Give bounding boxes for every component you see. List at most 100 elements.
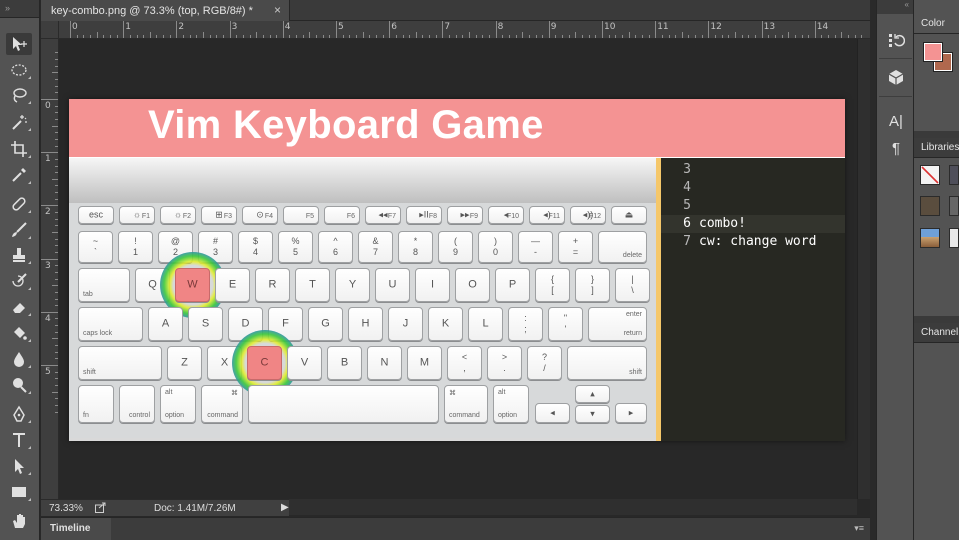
type-tool-icon[interactable] [6, 429, 32, 451]
letter-key-u: U [375, 268, 410, 302]
ruler-number: 4 [45, 313, 51, 324]
key-label: J [402, 317, 409, 330]
color-panel-tab[interactable]: Color [914, 14, 959, 34]
key-label: ⌘ [231, 390, 238, 397]
crop-tool-icon[interactable] [6, 138, 32, 160]
number-key: & 7 [358, 231, 393, 263]
character-icon[interactable]: A| [885, 110, 907, 132]
no-swatch-icon[interactable] [920, 165, 940, 185]
magic-wand-tool-icon[interactable] [6, 111, 32, 133]
ruler-minor-tick [52, 338, 58, 340]
letter-key-z: Z [167, 346, 202, 380]
eyedropper-tool-icon[interactable] [6, 164, 32, 186]
key-label: R [268, 278, 277, 291]
pen-tool-icon[interactable] [6, 403, 32, 425]
collapsed-panel-dock: « A| ¶ [876, 0, 914, 540]
paint-bucket-tool-icon[interactable] [6, 322, 32, 344]
key-label: delete [622, 252, 642, 259]
share-icon[interactable] [95, 502, 107, 516]
foreground-color-swatch[interactable] [923, 42, 943, 62]
key-label: S [201, 317, 210, 330]
rectangle-tool-icon[interactable] [6, 481, 32, 503]
library-item-thumbnail[interactable] [920, 228, 940, 248]
3d-cube-icon[interactable] [885, 66, 907, 88]
key-label: alt [165, 389, 173, 396]
letter-key-w: W [175, 268, 210, 302]
ruler-number: 0 [45, 101, 51, 111]
left-shift-key: shift [78, 346, 162, 380]
dodge-tool-icon[interactable] [6, 374, 32, 396]
path-selection-tool-icon[interactable] [6, 455, 32, 477]
delete-key: delete [598, 231, 647, 263]
function-key: ◂◂ F7 [365, 206, 401, 224]
editor-line: 6 combo! [661, 215, 845, 233]
timeline-tab[interactable]: Timeline [41, 518, 111, 540]
ruler-minor-tick [841, 32, 843, 38]
channels-panel-tab[interactable]: Channel [914, 323, 959, 343]
letter-key-b: B [327, 346, 362, 380]
history-brush-tool-icon[interactable] [6, 270, 32, 292]
document-canvas[interactable]: Vim Keyboard Game esc ☼ F1 ☼ F2 ⊞ F3 ⊙ F4 F5 F6 ◂◂ F… [69, 99, 845, 441]
editor-line: 4 [661, 179, 845, 197]
key-label: F10 [506, 213, 519, 220]
letter-key-v: V [287, 346, 322, 380]
zoom-level[interactable]: 73.33% [49, 503, 83, 514]
lasso-tool-icon[interactable] [6, 84, 32, 106]
ruler-number: 2 [178, 22, 185, 32]
function-key: ⊙ F4 [242, 206, 278, 224]
ruler-major-tick [814, 21, 816, 38]
library-item-thumbnail[interactable] [949, 165, 959, 185]
ruler-minor-tick [628, 32, 630, 38]
history-icon[interactable] [885, 29, 907, 51]
dock-grip[interactable]: « [877, 0, 913, 14]
vertical-ruler[interactable]: 0 1 2 3 4 5 [41, 39, 59, 499]
ruler-major-tick [41, 365, 58, 366]
vertical-scrollbar[interactable] [857, 39, 870, 499]
library-item-thumbnail[interactable] [949, 228, 959, 248]
libraries-panel-tab[interactable]: Libraries [914, 138, 959, 158]
document-tab[interactable]: key-combo.png @ 73.3% (top, RGB/8#) * × [41, 0, 290, 21]
clone-stamp-tool-icon[interactable] [6, 244, 32, 266]
ruler-minor-tick [52, 232, 58, 233]
ruler-number: 5 [338, 22, 344, 32]
library-item-thumbnail[interactable] [949, 196, 959, 216]
key-label: shift [629, 369, 642, 376]
brush-tool-icon[interactable] [6, 219, 32, 241]
key-label: } ] [590, 274, 594, 295]
arrow-up-key: ▴ [575, 385, 610, 403]
healing-brush-tool-icon[interactable] [6, 193, 32, 215]
function-key: ⊞ F3 [201, 206, 237, 224]
paragraph-icon[interactable]: ¶ [885, 137, 907, 159]
horizontal-scrollbar[interactable] [289, 499, 857, 515]
function-key: ◂)) F12 [570, 206, 606, 224]
ruler-origin[interactable] [41, 21, 59, 39]
eraser-tool-icon[interactable] [6, 296, 32, 318]
library-item-thumbnail[interactable] [920, 196, 940, 216]
key-label: Z [181, 356, 188, 369]
hand-tool-icon[interactable] [6, 510, 32, 532]
key-label: ! 1 [132, 236, 138, 257]
key-label: fn [83, 412, 89, 419]
blur-tool-icon[interactable] [6, 348, 32, 370]
ruler-minor-tick [681, 32, 683, 38]
key-label: Y [348, 278, 357, 291]
key-label: caps lock [83, 330, 113, 337]
number-key: * 8 [398, 231, 433, 263]
key-label: * 8 [412, 236, 418, 257]
line-text: combo! [699, 216, 746, 231]
move-tool-icon[interactable] [6, 33, 32, 55]
ruler-minor-tick [522, 32, 524, 38]
close-tab-icon[interactable]: × [274, 3, 281, 17]
timeline-menu-icon[interactable]: ▾≡ [854, 523, 864, 534]
horizontal-ruler[interactable]: 0 1 2 3 4 5 6 7 8 9 10 11 12 13 14 [59, 21, 870, 39]
key-label: M [419, 356, 430, 369]
ruler-number: 14 [816, 22, 829, 32]
key-label: return [623, 330, 642, 337]
status-menu-arrow-icon[interactable]: ▶ [281, 502, 289, 513]
editor-line: 3 [661, 161, 845, 179]
letter-key-t: T [295, 268, 330, 302]
key-label: @ 2 [170, 236, 181, 257]
tools-panel-grip[interactable]: » [0, 0, 39, 18]
marquee-tool-icon[interactable] [6, 59, 32, 81]
ruler-minor-tick [415, 32, 417, 38]
